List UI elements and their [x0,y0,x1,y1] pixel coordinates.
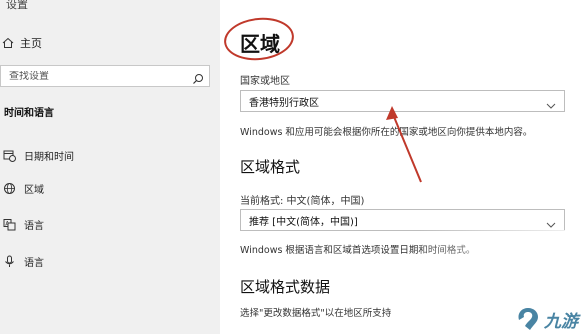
settings-sidebar: 设置 主页 时间和语言 日期和时间 区域 A 语言 语言 [0,0,220,334]
settings-search[interactable] [0,65,210,87]
sidebar-item-region[interactable]: 区域 [0,178,210,198]
region-settings-page: 区域 国家或地区 香港特别行政区 Windows 和应用可能会根据你所在的国家或… [220,0,584,334]
country-select[interactable]: 香港特别行政区 [240,90,565,112]
country-select-value: 香港特别行政区 [249,97,319,109]
sidebar-item-label: 语言 [24,220,44,232]
watermark-text: 九游 [544,311,578,332]
chevron-down-icon [546,96,556,109]
sidebar-item-label: 日期和时间 [24,151,74,163]
microphone-icon [2,254,16,268]
current-format-label: 当前格式: 中文(简体，中国) [240,196,365,207]
format-data-description: 选择"更改数据格式"以在地区所支持 [240,308,392,319]
country-label: 国家或地区 [240,76,290,87]
language-icon: A [2,217,16,231]
sidebar-section-heading: 时间和语言 [4,108,54,119]
sidebar-item-date-time[interactable]: 日期和时间 [0,145,210,165]
sidebar-item-label: 语言 [24,257,44,269]
calendar-clock-icon [2,148,16,162]
home-icon [2,37,14,49]
site-watermark: 九游 [515,306,578,332]
regional-format-select[interactable]: 推荐 [中文(简体，中国)] [240,209,565,231]
format-description: Windows 根据语言和区域首选项设置日期和时间格式。 [240,245,476,256]
jiuyou-logo-icon [515,306,541,332]
annotation-circle [221,14,297,64]
regional-format-value: 推荐 [中文(简体，中国)] [249,216,358,228]
sidebar-item-label: 主页 [20,37,42,50]
chevron-down-icon [546,215,556,228]
regional-format-data-heading: 区域格式数据 [240,278,331,296]
sidebar-item-home[interactable]: 主页 [0,34,42,52]
sidebar-item-label: 区域 [24,184,44,196]
sidebar-item-speech[interactable]: 语言 [0,251,210,271]
search-icon[interactable] [192,70,204,84]
search-input[interactable] [1,70,189,82]
regional-format-heading: 区域格式 [240,158,301,176]
settings-app-title: 设置 [6,0,28,11]
globe-icon [2,181,16,195]
country-description: Windows 和应用可能会根据你所在的国家或地区向你提供本地内容。 [240,127,533,138]
sidebar-item-language[interactable]: A 语言 [0,214,210,234]
